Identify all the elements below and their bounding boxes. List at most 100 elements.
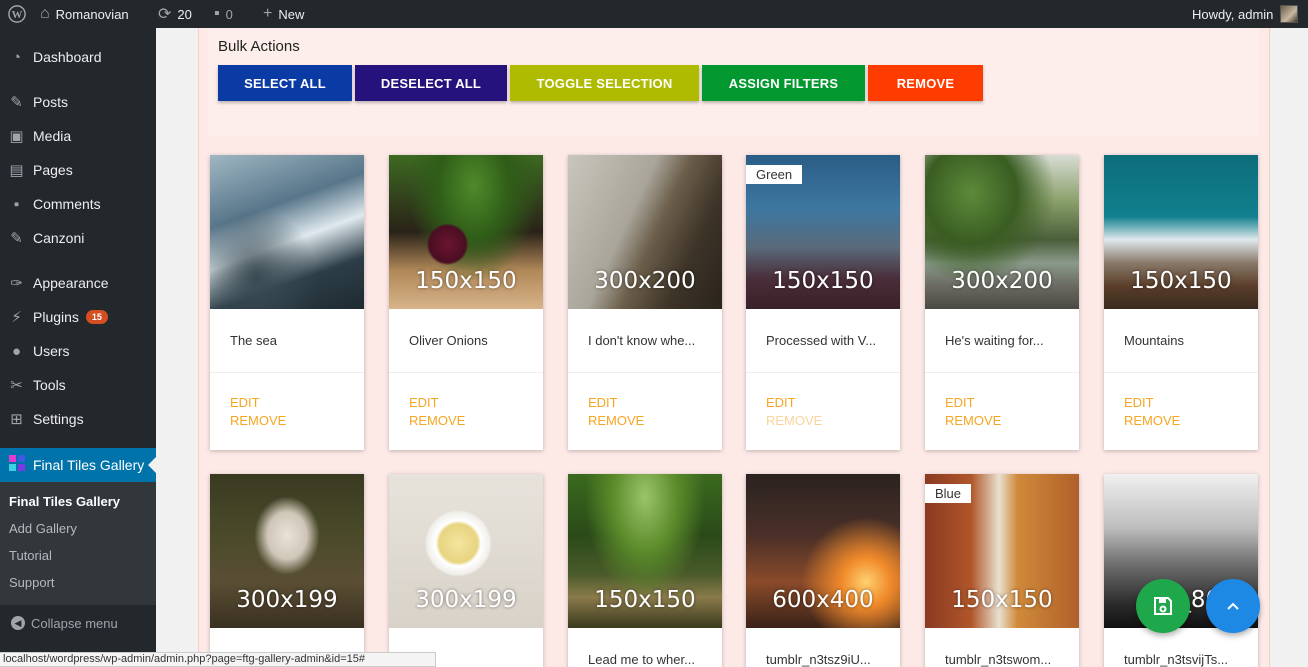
gallery-card[interactable]: Green 150x150 Processed with V... EDIT R…	[746, 155, 900, 450]
remove-link[interactable]: REMOVE	[945, 412, 1079, 430]
sidebar-item-dashboard[interactable]: ◔ Dashboard	[0, 40, 156, 74]
image-caption: tumblr_n3tswom...	[925, 628, 1079, 667]
comment-icon: ▪	[214, 5, 220, 22]
avatar	[1280, 5, 1299, 23]
edit-link[interactable]: EDIT	[409, 394, 543, 412]
image-size-label: 300x199	[236, 587, 338, 613]
gallery-card[interactable]: 300x200 I don't know whe... EDIT REMOVE	[568, 155, 722, 450]
comments-link[interactable]: ▪ 0	[214, 0, 233, 28]
thumbnail-image[interactable]: Green 150x150	[746, 155, 900, 309]
edit-link[interactable]: EDIT	[1124, 394, 1258, 412]
gallery-card[interactable]: The sea EDIT REMOVE	[210, 155, 364, 450]
remove-link[interactable]: REMOVE	[1124, 412, 1258, 430]
filter-tag: Blue	[925, 484, 972, 503]
thumbnail-image[interactable]: 300x200	[925, 155, 1079, 309]
gallery-card[interactable]: 300x199 up	[389, 474, 543, 667]
sidebar-item-label: Tools	[33, 377, 66, 393]
sidebar-item-label: Dashboard	[33, 49, 102, 65]
thumbnail-image[interactable]	[210, 155, 364, 309]
dashboard-icon: ◔	[11, 48, 22, 66]
scroll-to-top-button[interactable]	[1206, 579, 1260, 633]
refresh-icon: ⟳	[158, 6, 172, 23]
gallery-submenu: Final Tiles Gallery Add Gallery Tutorial…	[0, 482, 156, 605]
edit-link[interactable]: EDIT	[945, 394, 1079, 412]
thumbnail-image[interactable]: 600x400	[746, 474, 900, 628]
greeting: Howdy, admin	[1192, 6, 1274, 22]
updates-link[interactable]: ⟳ 20	[158, 0, 192, 28]
status-bar-url: localhost/wordpress/wp-admin/admin.php?p…	[0, 652, 436, 667]
assign-filters-button[interactable]: ASSIGN FILTERS	[702, 65, 865, 101]
gallery-card[interactable]: 150x150 Oliver Onions EDIT REMOVE	[389, 155, 543, 450]
edit-link[interactable]: EDIT	[230, 394, 364, 412]
image-size-label: 150x150	[1130, 268, 1232, 294]
toggle-selection-button[interactable]: TOGGLE SELECTION	[510, 65, 699, 101]
remove-link[interactable]: REMOVE	[588, 412, 722, 430]
image-size-label: 300x199	[415, 587, 517, 613]
home-icon: ⌂	[40, 5, 50, 22]
sidebar-item-tools[interactable]: ✂ Tools	[0, 368, 156, 402]
thumbnail-image[interactable]: 150x150	[568, 474, 722, 628]
deselect-all-button[interactable]: DESELECT ALL	[355, 65, 507, 101]
gallery-card[interactable]: 150x150 Lead me to wher...	[568, 474, 722, 667]
current-menu-arrow	[148, 457, 156, 473]
submenu-item-add-gallery[interactable]: Add Gallery	[9, 521, 77, 536]
gallery-card[interactable]: 150x150 Mountains EDIT REMOVE	[1104, 155, 1258, 450]
collapse-menu-button[interactable]: ◀ Collapse menu	[0, 608, 156, 638]
gallery-card[interactable]: 300x199	[210, 474, 364, 667]
image-size-label: 300x200	[951, 268, 1053, 294]
select-all-button[interactable]: SELECT ALL	[218, 65, 352, 101]
thumbnail-image[interactable]: 300x199	[210, 474, 364, 628]
admin-bar: W ⌂ Romanovian ⟳ 20 ▪ 0 + New Howdy, adm…	[0, 0, 1308, 28]
wordpress-logo-icon[interactable]: W	[8, 0, 26, 28]
gallery-card[interactable]: 6___80 tumblr_n3tsvijTs...	[1104, 474, 1258, 667]
image-size-label: 150x150	[594, 587, 696, 613]
sidebar-item-settings[interactable]: ⊞ Settings	[0, 402, 156, 436]
sidebar-item-users[interactable]: ● Users	[0, 334, 156, 368]
sidebar-item-posts[interactable]: ✎ Posts	[0, 85, 156, 119]
account-menu[interactable]: Howdy, admin	[1192, 0, 1299, 28]
submenu-item-tutorial[interactable]: Tutorial	[9, 548, 52, 563]
svg-text:W: W	[12, 9, 23, 21]
site-name-link[interactable]: ⌂ Romanovian	[40, 0, 129, 28]
thumbnail-image[interactable]: Blue 150x150	[925, 474, 1079, 628]
sidebar-item-comments[interactable]: ▪ Comments	[0, 187, 156, 221]
sidebar-item-label: Settings	[33, 411, 84, 427]
thumbnail-image[interactable]: 300x199	[389, 474, 543, 628]
filter-tag: Green	[746, 165, 803, 184]
sidebar-item-final-tiles-gallery[interactable]: Final Tiles Gallery	[0, 448, 156, 482]
sidebar-item-media[interactable]: ▣ Media	[0, 119, 156, 153]
remove-link[interactable]: REMOVE	[766, 412, 900, 430]
thumbnail-image[interactable]: 150x150	[1104, 155, 1258, 309]
sidebar-item-appearance[interactable]: ✑ Appearance	[0, 266, 156, 300]
submenu-item-final-tiles-gallery[interactable]: Final Tiles Gallery	[9, 494, 120, 509]
pin-icon: ✎	[10, 230, 23, 247]
remove-link[interactable]: REMOVE	[230, 412, 364, 430]
sidebar-item-canzoni[interactable]: ✎ Canzoni	[0, 221, 156, 255]
save-gallery-button[interactable]	[1136, 579, 1190, 633]
comment-icon: ▪	[13, 195, 20, 213]
edit-link[interactable]: EDIT	[766, 394, 900, 412]
sidebar-item-pages[interactable]: ▤ Pages	[0, 153, 156, 187]
gallery-card[interactable]: Blue 150x150 tumblr_n3tswom...	[925, 474, 1079, 667]
tiles-icon	[0, 455, 33, 475]
image-caption: Lead me to wher...	[568, 628, 722, 667]
sidebar-item-plugins[interactable]: ⚡ Plugins 15	[0, 300, 156, 334]
remove-link[interactable]: REMOVE	[409, 412, 543, 430]
site-name: Romanovian	[55, 6, 129, 22]
submenu-item-support[interactable]: Support	[9, 575, 55, 590]
sidebar-item-label: Canzoni	[33, 230, 85, 246]
gallery-card[interactable]: 600x400 tumblr_n3tsz9iU...	[746, 474, 900, 667]
image-caption: Processed with V...	[746, 309, 900, 373]
sidebar-item-label: Plugins	[33, 309, 79, 325]
image-size-label: 150x150	[951, 587, 1053, 613]
new-content-link[interactable]: + New	[263, 0, 304, 28]
edit-link[interactable]: EDIT	[588, 394, 722, 412]
sidebar-item-label: Media	[33, 128, 72, 144]
main-content: Bulk Actions SELECT ALL DESELECT ALL TOG…	[156, 28, 1308, 667]
thumbnail-image[interactable]: 150x150	[389, 155, 543, 309]
comments-count: 0	[225, 6, 233, 22]
gallery-card[interactable]: 300x200 He's waiting for... EDIT REMOVE	[925, 155, 1079, 450]
remove-selected-button[interactable]: REMOVE	[868, 65, 983, 101]
image-caption: The sea	[210, 309, 364, 373]
thumbnail-image[interactable]: 300x200	[568, 155, 722, 309]
